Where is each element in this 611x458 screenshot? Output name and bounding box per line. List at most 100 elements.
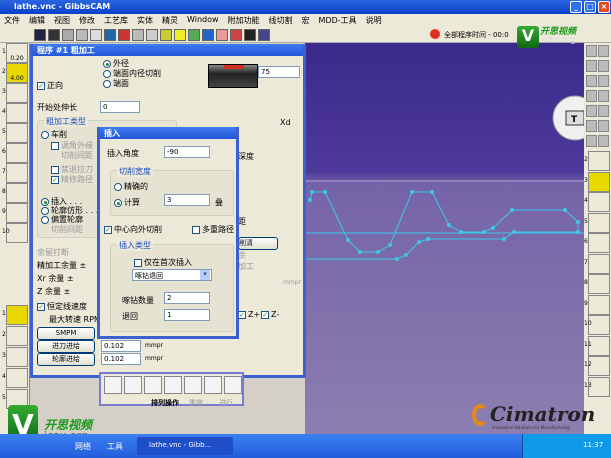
view-toolbar-icon[interactable]: [586, 120, 597, 132]
view-toolbar-icon[interactable]: [598, 135, 609, 147]
process-tile[interactable]: 1: [2, 305, 28, 325]
taskbar-task-lathe[interactable]: lathe.vnc - Gibb...: [137, 437, 233, 455]
toolbar-button-icon[interactable]: [104, 29, 116, 41]
tool-tile-right[interactable]: 4: [584, 192, 610, 212]
operation-icon[interactable]: [224, 376, 242, 394]
tool-tile[interactable]: 4: [2, 103, 28, 123]
view-toolbar-icon[interactable]: [586, 60, 597, 72]
menu-item[interactable]: 线切割: [269, 15, 293, 26]
plunge-feed-input[interactable]: 0.102: [101, 340, 141, 352]
view-toolbar-icon[interactable]: [598, 120, 609, 132]
tool-tile[interactable]: 1 0.20: [2, 43, 28, 63]
tool-tile-right[interactable]: 12: [584, 356, 610, 376]
dim-input[interactable]: 75: [258, 66, 300, 78]
minimize-button[interactable]: _: [570, 1, 582, 13]
tool-tile-right[interactable]: 8: [584, 274, 610, 294]
insert-type-select[interactable]: 啄钻退回 ▾: [132, 269, 212, 281]
tool-tile[interactable]: 9: [2, 203, 28, 223]
menu-item[interactable]: 附加功能: [228, 15, 260, 26]
operation-icon[interactable]: [124, 376, 142, 394]
tool-tile-right[interactable]: 3: [584, 171, 610, 192]
view-toolbar-icon[interactable]: [598, 105, 609, 117]
plunge-feed-button[interactable]: 进刀进给: [37, 340, 95, 353]
view-toolbar-icon[interactable]: [586, 75, 597, 87]
stop-icon[interactable]: [430, 29, 440, 39]
operation-icon[interactable]: [204, 376, 222, 394]
center-out-checkbox[interactable]: ✓: [104, 225, 112, 234]
graphics-canvas[interactable]: T: [305, 43, 585, 434]
view-toolbar-icon[interactable]: [598, 75, 609, 87]
operation-icon[interactable]: [144, 376, 162, 394]
toolbar-button-icon[interactable]: [244, 29, 256, 41]
tool-tile-right[interactable]: 9: [584, 294, 610, 315]
redo-button[interactable]: 重做: [189, 398, 203, 408]
toolbar-button-icon[interactable]: [258, 29, 270, 41]
tool-tile-right[interactable]: 11: [584, 335, 610, 356]
menu-item[interactable]: 编辑: [29, 15, 45, 26]
toolbar-button-icon[interactable]: [202, 29, 214, 41]
contour-feed-input[interactable]: 0.102: [101, 353, 141, 365]
process-tile[interactable]: 4: [2, 368, 28, 388]
view-toolbar-icon[interactable]: [586, 45, 597, 57]
menu-item[interactable]: 精灵: [162, 15, 178, 26]
menu-item[interactable]: Window: [187, 15, 219, 26]
view-toolbar-icon[interactable]: [586, 105, 597, 117]
menu-item[interactable]: 工艺库: [104, 15, 128, 26]
toolbar-button-icon[interactable]: [132, 29, 144, 41]
calc-input[interactable]: 3: [164, 194, 210, 206]
toolbar-button-icon[interactable]: [160, 29, 172, 41]
css-checkbox[interactable]: ✓: [37, 302, 45, 311]
radio-calc[interactable]: [114, 198, 122, 207]
view-toolbar-icon[interactable]: [586, 135, 597, 147]
taskbar-network[interactable]: 网络: [75, 441, 91, 452]
taskbar-tools[interactable]: 工具: [107, 441, 123, 452]
smpm-button[interactable]: SMPM: [37, 327, 95, 340]
tool-clear-button[interactable]: 削清: [238, 237, 278, 250]
toolbar-button-icon[interactable]: [188, 29, 200, 41]
tool-tile[interactable]: 2 4.00: [2, 63, 28, 83]
tool-tile-right[interactable]: 6: [584, 233, 610, 253]
menu-item[interactable]: 修改: [79, 15, 95, 26]
operation-icon[interactable]: [184, 376, 202, 394]
menu-item[interactable]: 文件: [4, 15, 20, 26]
tool-tile[interactable]: 3: [2, 83, 28, 103]
tool-tile[interactable]: 10: [2, 223, 28, 243]
view-toolbar-icon[interactable]: [586, 90, 597, 102]
forward-checkbox[interactable]: ✓: [37, 81, 45, 90]
run-button[interactable]: 进行: [219, 398, 233, 408]
toolbar-button-icon[interactable]: [230, 29, 242, 41]
toolbar-button-icon[interactable]: [216, 29, 228, 41]
menu-item[interactable]: 视图: [54, 15, 70, 26]
toolbar-button-icon[interactable]: [34, 29, 46, 41]
menu-item[interactable]: 说明: [366, 15, 382, 26]
reorder-button[interactable]: 排列操作: [151, 398, 179, 408]
peck-count-input[interactable]: 2: [164, 292, 210, 304]
operation-icon[interactable]: [164, 376, 182, 394]
process-tile[interactable]: 2: [2, 326, 28, 346]
radio-turn[interactable]: [41, 130, 49, 139]
contour-feed-button[interactable]: 轮廓进给: [37, 353, 95, 366]
menu-item[interactable]: 宏: [302, 15, 310, 26]
tool-tile-right[interactable]: 10: [584, 315, 610, 335]
tool-tile[interactable]: 6: [2, 143, 28, 163]
toolbar-button-icon[interactable]: [76, 29, 88, 41]
radio-od[interactable]: [103, 59, 111, 68]
menu-item[interactable]: 实体: [137, 15, 153, 26]
close-button[interactable]: ×: [598, 1, 610, 13]
view-toolbar-icon[interactable]: [598, 60, 609, 72]
toolbar-button-icon[interactable]: [118, 29, 130, 41]
tool-tile-right[interactable]: 13: [584, 376, 610, 397]
radio-exact[interactable]: [114, 182, 122, 191]
radio-face-id[interactable]: [103, 69, 111, 78]
view-toolbar-icon[interactable]: [598, 90, 609, 102]
tool-tile-right[interactable]: 2: [584, 151, 610, 171]
tool-tile[interactable]: 5: [2, 123, 28, 143]
first-only-checkbox[interactable]: [134, 258, 142, 267]
z-minus-checkbox[interactable]: ✓: [261, 310, 269, 319]
tool-tile-right[interactable]: 5: [584, 212, 610, 233]
radio-face[interactable]: [103, 79, 111, 88]
toolbar-button-icon[interactable]: [62, 29, 74, 41]
start-extension-input[interactable]: 0: [100, 101, 140, 113]
toolbar-button-icon[interactable]: [146, 29, 158, 41]
maximize-button[interactable]: □: [584, 1, 596, 13]
